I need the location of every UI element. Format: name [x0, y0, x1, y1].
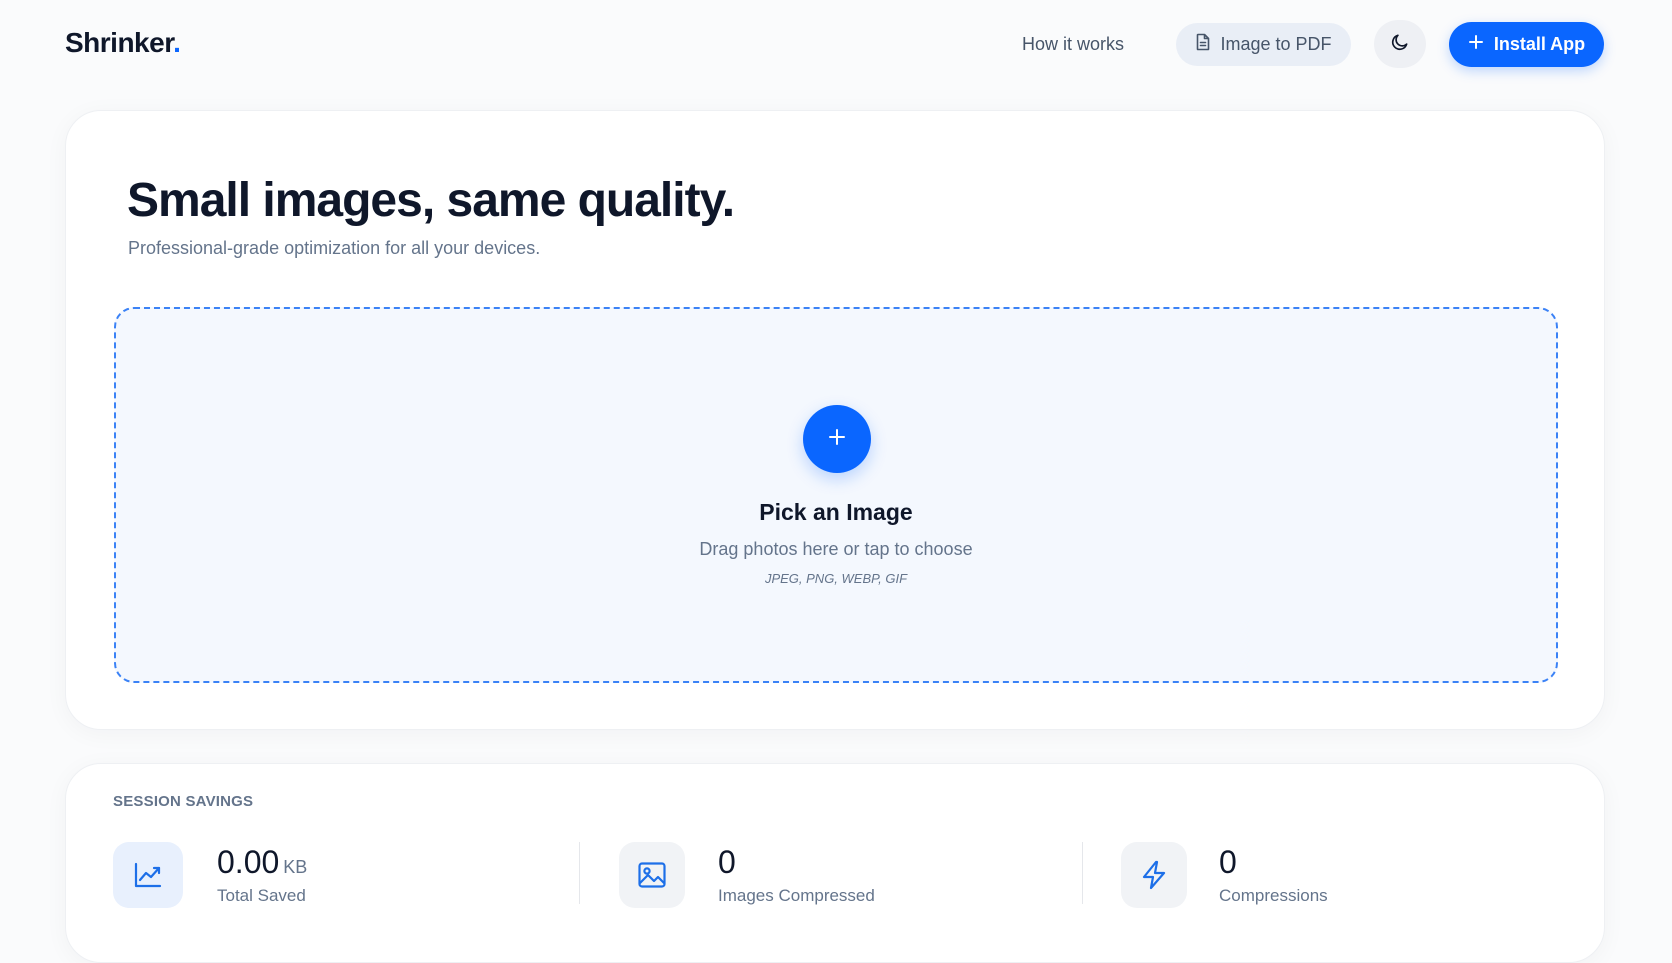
plus-icon [1468, 34, 1484, 55]
image-dropzone[interactable]: Pick an Image Drag photos here or tap to… [114, 307, 1558, 683]
compressions-label: Compressions [1219, 886, 1328, 905]
lightning-icon [1121, 842, 1187, 908]
install-app-button[interactable]: Install App [1449, 22, 1604, 67]
hero-title: Small images, same quality. [127, 174, 735, 227]
compressions-value: 0 [1219, 844, 1237, 880]
hero-card: Small images, same quality. Professional… [65, 110, 1605, 730]
moon-icon [1390, 32, 1410, 57]
stat-divider [1082, 842, 1083, 904]
brand-logo[interactable]: Shrinker. [65, 27, 181, 59]
brand-name: Shrinker [65, 27, 174, 58]
stat-divider [579, 842, 580, 904]
dropzone-formats: JPEG, PNG, WEBP, GIF [764, 571, 908, 586]
images-compressed-value: 0 [718, 844, 736, 880]
image-icon [619, 842, 685, 908]
total-saved-label: Total Saved [217, 886, 306, 905]
stat-images-compressed: 0 Images Compressed [619, 842, 1019, 908]
dropzone-subtitle: Drag photos here or tap to choose [699, 539, 973, 559]
stats-heading: SESSION SAVINGS [113, 793, 254, 810]
trending-up-icon [113, 842, 183, 908]
app-header: Shrinker. How it works Image to PDF Inst… [0, 0, 1672, 90]
images-compressed-label: Images Compressed [718, 886, 875, 905]
document-icon [1195, 33, 1211, 56]
dropzone-title: Pick an Image [759, 499, 913, 525]
total-saved-unit: KB [283, 857, 308, 877]
total-saved-value: 0.00 [217, 844, 280, 880]
pick-image-button[interactable] [803, 405, 871, 473]
install-app-label: Install App [1493, 34, 1586, 54]
theme-toggle-button[interactable] [1374, 20, 1426, 68]
stat-value: 0.00 KB [217, 844, 307, 881]
plus-icon [827, 427, 847, 452]
session-savings-card: SESSION SAVINGS 0.00 KB Total Saved 0 Ima… [65, 763, 1605, 963]
image-to-pdf-label: Image to PDF [1220, 34, 1332, 54]
image-to-pdf-button[interactable]: Image to PDF [1176, 23, 1351, 66]
hero-subtitle: Professional-grade optimization for all … [128, 238, 541, 258]
how-it-works-link[interactable]: How it works [1022, 34, 1124, 55]
stat-total-saved: 0.00 KB Total Saved [113, 842, 513, 908]
brand-dot: . [173, 27, 181, 58]
stat-compressions: 0 Compressions [1121, 842, 1521, 908]
